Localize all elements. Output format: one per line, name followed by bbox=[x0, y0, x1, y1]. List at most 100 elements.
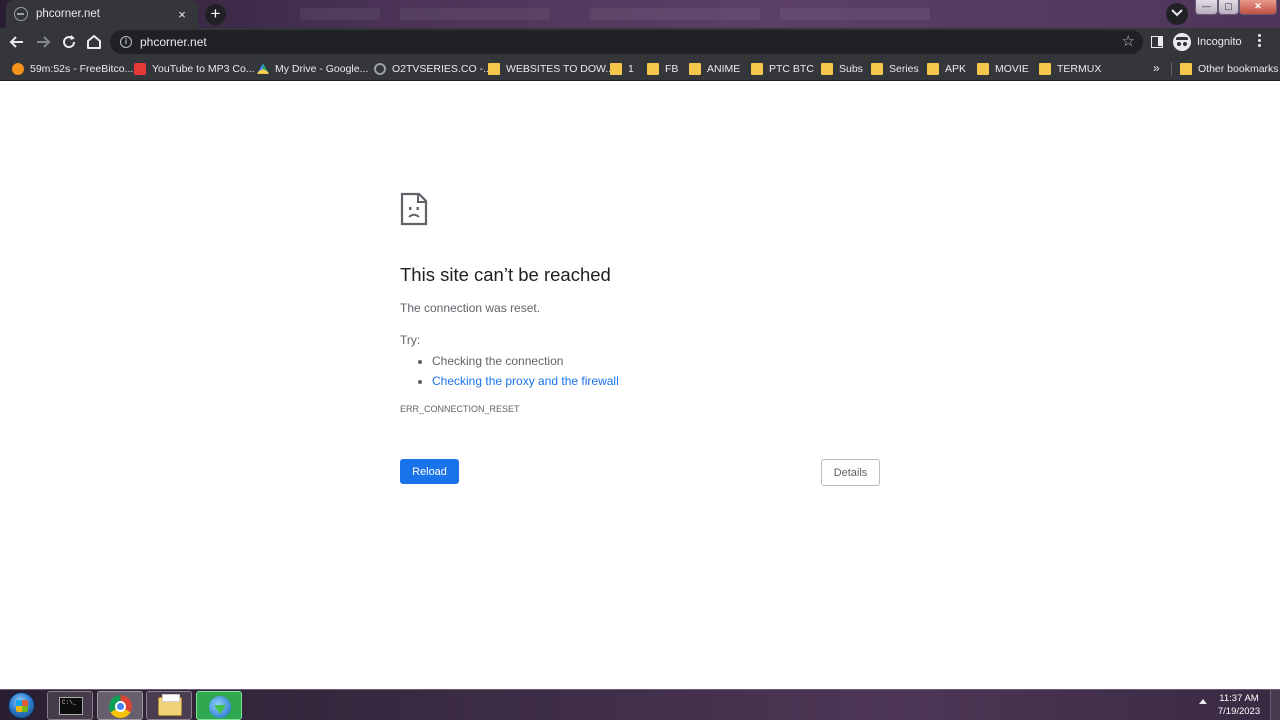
bookmark-folder[interactable]: TERMUX bbox=[1039, 60, 1101, 77]
info-icon[interactable]: i bbox=[120, 36, 132, 48]
windows-logo-icon bbox=[8, 692, 35, 719]
taskbar-app-download-manager[interactable] bbox=[196, 691, 242, 720]
bookmark-label: PTC BTC bbox=[769, 62, 814, 75]
bookmark-folder[interactable]: MOVIE bbox=[977, 60, 1029, 77]
background-tab[interactable] bbox=[780, 8, 930, 20]
address-bar[interactable]: i phcorner.net ☆ bbox=[110, 30, 1143, 54]
clock-date: 7/19/2023 bbox=[1217, 706, 1261, 717]
sad-page-icon bbox=[400, 192, 428, 226]
bookmarks-divider bbox=[1171, 62, 1172, 76]
bookmark-label: My Drive - Google... bbox=[275, 62, 369, 75]
bookmark-folder[interactable]: Series bbox=[871, 60, 919, 77]
bookmark-folder[interactable]: WEBSITES TO DOW... bbox=[488, 60, 614, 77]
show-hidden-icons-arrow-icon[interactable] bbox=[1199, 699, 1207, 704]
bookmark-label: MOVIE bbox=[995, 62, 1029, 75]
bookmark-item[interactable]: O2TVSERIES.CO -... bbox=[374, 60, 492, 77]
bookmark-label: Series bbox=[889, 62, 919, 75]
taskbar-app-chrome[interactable] bbox=[97, 691, 143, 720]
bookmark-label: TERMUX bbox=[1057, 62, 1102, 75]
bookmark-label: APK bbox=[945, 62, 967, 75]
other-bookmarks-folder[interactable]: Other bookmarks bbox=[1180, 60, 1279, 77]
bookmark-folder[interactable]: PTC BTC bbox=[751, 60, 814, 77]
folder-icon bbox=[647, 62, 659, 75]
bookmark-folder[interactable]: APK bbox=[927, 60, 966, 77]
bookmark-label: YouTube to MP3 Co... bbox=[152, 62, 255, 75]
new-tab-button[interactable]: + bbox=[205, 4, 226, 25]
background-tab[interactable] bbox=[400, 8, 550, 20]
clock-time: 11:37 AM bbox=[1219, 693, 1259, 704]
reload-button[interactable]: Reload bbox=[400, 459, 459, 484]
window-close-button[interactable]: ✕ bbox=[1239, 0, 1277, 15]
bookmark-label: 59m:52s - FreeBitco... bbox=[30, 62, 134, 75]
chrome-icon bbox=[109, 695, 132, 718]
system-clock[interactable]: 11:37 AM 7/19/2023 bbox=[1213, 692, 1265, 718]
folder-icon bbox=[610, 62, 622, 75]
taskbar-app-file-explorer[interactable] bbox=[146, 691, 192, 720]
tab-close-button[interactable]: × bbox=[174, 7, 190, 22]
incognito-profile-button[interactable]: Incognito bbox=[1173, 32, 1242, 52]
taskbar: 11:37 AM 7/19/2023 bbox=[0, 689, 1280, 720]
chevron-down-icon bbox=[1171, 9, 1183, 17]
list-item: Checking the proxy and the firewall bbox=[432, 372, 619, 392]
incognito-icon bbox=[1173, 33, 1191, 51]
reload-icon[interactable] bbox=[59, 32, 79, 52]
bookmark-item[interactable]: My Drive - Google... bbox=[257, 60, 368, 77]
bookmark-label: 1 bbox=[628, 62, 634, 75]
bookmarks-overflow-button[interactable]: » bbox=[1153, 61, 1160, 75]
tab-active[interactable]: phcorner.net × bbox=[6, 0, 198, 28]
folder-icon bbox=[751, 62, 763, 75]
taskbar-app-command-prompt[interactable] bbox=[47, 691, 93, 720]
error-title: This site can’t be reached bbox=[400, 264, 611, 285]
show-desktop-button[interactable] bbox=[1270, 690, 1280, 720]
folder-icon bbox=[871, 62, 883, 75]
command-prompt-icon bbox=[59, 697, 83, 715]
url-text[interactable]: phcorner.net bbox=[140, 35, 207, 49]
back-icon[interactable] bbox=[7, 32, 27, 52]
side-panel-icon[interactable] bbox=[1151, 36, 1163, 48]
bookmark-item[interactable]: YouTube to MP3 Co... bbox=[134, 60, 255, 77]
bookmark-folder[interactable]: ANIME bbox=[689, 60, 740, 77]
bookmark-folder[interactable]: FB bbox=[647, 60, 678, 77]
error-code: ERR_CONNECTION_RESET bbox=[400, 404, 520, 414]
download-icon bbox=[134, 62, 146, 75]
tab-strip: phcorner.net × + — ▢ ✕ bbox=[0, 0, 1280, 28]
try-label: Try: bbox=[400, 333, 421, 347]
bookmark-label: Other bookmarks bbox=[1198, 62, 1279, 75]
bookmark-label: ANIME bbox=[707, 62, 741, 75]
globe-icon bbox=[14, 7, 28, 21]
list-item: Checking the connection bbox=[432, 352, 619, 372]
google-drive-icon bbox=[257, 63, 269, 74]
minimize-button[interactable]: — bbox=[1195, 0, 1218, 15]
folder-icon bbox=[1039, 62, 1051, 75]
bookmark-label: Subs bbox=[839, 62, 863, 75]
more-menu-icon[interactable] bbox=[1258, 34, 1262, 49]
bitcoin-icon bbox=[12, 62, 24, 75]
folder-icon bbox=[158, 694, 182, 716]
tab-search-button[interactable] bbox=[1166, 3, 1188, 25]
incognito-label: Incognito bbox=[1197, 36, 1242, 48]
forward-icon[interactable] bbox=[33, 32, 53, 52]
details-button[interactable]: Details bbox=[821, 459, 880, 486]
folder-icon bbox=[488, 62, 500, 75]
home-icon[interactable] bbox=[84, 32, 104, 52]
start-button[interactable] bbox=[4, 691, 38, 719]
background-tab[interactable] bbox=[590, 8, 760, 20]
bookmark-item[interactable]: 59m:52s - FreeBitco... bbox=[12, 60, 133, 77]
bookmark-label: FB bbox=[665, 62, 679, 75]
tab-title: phcorner.net bbox=[36, 8, 100, 20]
bookmark-folder[interactable]: Subs bbox=[821, 60, 863, 77]
proxy-firewall-link[interactable]: Checking the proxy and the firewall bbox=[432, 374, 619, 388]
suggestions-list: Checking the connection Checking the pro… bbox=[416, 352, 619, 391]
folder-icon bbox=[1180, 62, 1192, 75]
site-icon bbox=[374, 62, 386, 75]
bookmark-star-icon[interactable]: ☆ bbox=[1122, 32, 1135, 50]
bookmark-folder[interactable]: 1 bbox=[610, 60, 634, 77]
maximize-button[interactable]: ▢ bbox=[1218, 0, 1239, 15]
folder-icon bbox=[977, 62, 989, 75]
bookmark-label: WEBSITES TO DOW... bbox=[506, 62, 615, 75]
background-tab[interactable] bbox=[300, 8, 380, 20]
folder-icon bbox=[927, 62, 939, 75]
suggestion-text: Checking the connection bbox=[432, 354, 564, 368]
folder-icon bbox=[821, 62, 833, 75]
bookmarks-bar: 59m:52s - FreeBitco... YouTube to MP3 Co… bbox=[0, 56, 1280, 81]
